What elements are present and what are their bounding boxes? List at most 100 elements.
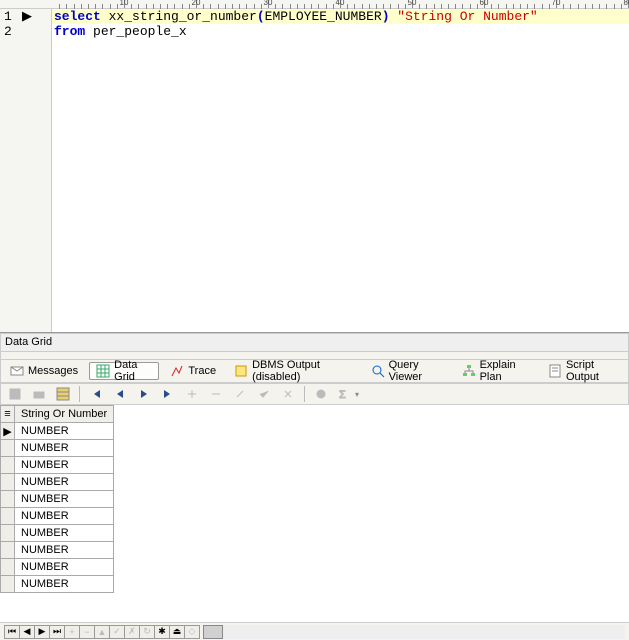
- separator: [304, 386, 305, 402]
- tab-label: Messages: [28, 365, 78, 377]
- nav-button-9: ↻: [139, 625, 155, 639]
- remove-icon: [208, 386, 224, 402]
- row-indicator[interactable]: [1, 491, 15, 508]
- plan-icon: [462, 364, 476, 378]
- cell-value[interactable]: NUMBER: [15, 576, 114, 593]
- tab-messages[interactable]: Messages: [3, 362, 85, 380]
- code-token: from: [54, 24, 85, 39]
- scroll-thumb[interactable]: [203, 625, 223, 639]
- gutter-row: 1▶: [0, 9, 51, 24]
- table-row[interactable]: NUMBER: [1, 559, 114, 576]
- panel-title-text: Data Grid: [5, 336, 52, 348]
- code-token: select: [54, 9, 101, 24]
- code-line[interactable]: select xx_string_or_number(EMPLOYEE_NUMB…: [52, 9, 629, 24]
- nav-button-5: −: [79, 625, 95, 639]
- tab-trace[interactable]: Trace: [163, 362, 223, 380]
- code-token: EMPLOYEE_NUMBER: [265, 9, 382, 24]
- data-grid[interactable]: ≡ String Or Number ▶NUMBERNUMBERNUMBERNU…: [0, 405, 114, 593]
- last-icon[interactable]: [160, 386, 176, 402]
- row-indicator[interactable]: [1, 440, 15, 457]
- code-token: ): [382, 9, 398, 24]
- cell-value[interactable]: NUMBER: [15, 457, 114, 474]
- row-indicator[interactable]: [1, 457, 15, 474]
- nav-button-0[interactable]: ⏮: [4, 625, 20, 639]
- code-token: xx_string_or_number: [101, 9, 257, 24]
- next-icon[interactable]: [136, 386, 152, 402]
- row-indicator[interactable]: [1, 542, 15, 559]
- line-number: 2: [4, 24, 22, 39]
- grid-navigator: ⏮◀▶⏭+−▲✓✗↻✱⏏◇: [0, 622, 629, 640]
- nav-button-1[interactable]: ◀: [19, 625, 35, 639]
- script-icon: [548, 364, 562, 378]
- nav-button-11[interactable]: ⏏: [169, 625, 185, 639]
- code-token: "String Or Number": [397, 9, 537, 24]
- ruler-label: 80: [618, 0, 629, 7]
- add-icon: [184, 386, 200, 402]
- grid-icon: [96, 364, 110, 378]
- results-tabbar: Messages Data Grid Trace DBMS Output (disab…: [0, 359, 629, 383]
- tab-explain-plan[interactable]: Explain Plan: [455, 362, 537, 380]
- row-indicator[interactable]: [1, 474, 15, 491]
- sql-editor-pane: 1020304050607080 1▶2 select xx_string_or…: [0, 0, 629, 333]
- table-row[interactable]: NUMBER: [1, 457, 114, 474]
- edit-icon: [232, 386, 248, 402]
- current-line-marker: ▶: [22, 9, 32, 24]
- table-row[interactable]: NUMBER: [1, 491, 114, 508]
- table-row[interactable]: NUMBER: [1, 576, 114, 593]
- print-icon: [31, 386, 47, 402]
- tab-script-output[interactable]: Script Output: [541, 362, 626, 380]
- table-row[interactable]: NUMBER: [1, 440, 114, 457]
- tab-query-viewer[interactable]: Query Viewer: [364, 362, 451, 380]
- gutter: 1▶2: [0, 9, 52, 332]
- table-row[interactable]: NUMBER: [1, 474, 114, 491]
- grid-scrollbar[interactable]: [203, 625, 625, 639]
- tab-label: DBMS Output (disabled): [252, 359, 353, 383]
- sum-icon: Σ: [337, 386, 353, 402]
- table-row[interactable]: NUMBER: [1, 525, 114, 542]
- cell-value[interactable]: NUMBER: [15, 525, 114, 542]
- row-indicator[interactable]: [1, 559, 15, 576]
- code-token: (: [257, 9, 265, 24]
- cell-value[interactable]: NUMBER: [15, 474, 114, 491]
- tab-dbms-output-disabled-[interactable]: DBMS Output (disabled): [227, 362, 360, 380]
- code-line[interactable]: from per_people_x: [52, 24, 629, 39]
- refresh-icon: [313, 386, 329, 402]
- nav-button-12: ◇: [184, 625, 200, 639]
- cell-value[interactable]: NUMBER: [15, 542, 114, 559]
- tab-data-grid[interactable]: Data Grid: [89, 362, 159, 380]
- column-header[interactable]: String Or Number: [15, 406, 114, 423]
- gutter-row: 2: [0, 24, 51, 39]
- first-icon[interactable]: [88, 386, 104, 402]
- row-indicator[interactable]: ▶: [1, 423, 15, 440]
- row-indicator[interactable]: [1, 508, 15, 525]
- single-record-icon[interactable]: [55, 386, 71, 402]
- editor-body: 1▶2 select xx_string_or_number(EMPLOYEE_…: [0, 9, 629, 332]
- commit-icon: [256, 386, 272, 402]
- table-row[interactable]: NUMBER: [1, 542, 114, 559]
- tab-label: Explain Plan: [480, 359, 530, 383]
- tab-label: Query Viewer: [389, 359, 444, 383]
- nav-button-10[interactable]: ✱: [154, 625, 170, 639]
- cell-value[interactable]: NUMBER: [15, 440, 114, 457]
- nav-button-7: ✓: [109, 625, 125, 639]
- nav-button-2[interactable]: ▶: [34, 625, 50, 639]
- panel-title: Data Grid: [0, 333, 629, 352]
- prev-icon[interactable]: [112, 386, 128, 402]
- cell-value[interactable]: NUMBER: [15, 491, 114, 508]
- cell-value[interactable]: NUMBER: [15, 508, 114, 525]
- ruler: 1020304050607080: [0, 0, 629, 9]
- nav-button-4: +: [64, 625, 80, 639]
- export-icon: [7, 386, 23, 402]
- cell-value[interactable]: NUMBER: [15, 423, 114, 440]
- tab-label: Data Grid: [114, 359, 152, 383]
- grid-scroll[interactable]: ≡ String Or Number ▶NUMBERNUMBERNUMBERNU…: [0, 405, 629, 622]
- nav-button-3[interactable]: ⏭: [49, 625, 65, 639]
- row-indicator[interactable]: [1, 525, 15, 542]
- row-indicator[interactable]: [1, 576, 15, 593]
- code-area[interactable]: select xx_string_or_number(EMPLOYEE_NUMB…: [52, 9, 629, 332]
- table-row[interactable]: NUMBER: [1, 508, 114, 525]
- code-token: per_people_x: [85, 24, 186, 39]
- table-row[interactable]: ▶NUMBER: [1, 423, 114, 440]
- cell-value[interactable]: NUMBER: [15, 559, 114, 576]
- corner-cell[interactable]: ≡: [1, 406, 15, 423]
